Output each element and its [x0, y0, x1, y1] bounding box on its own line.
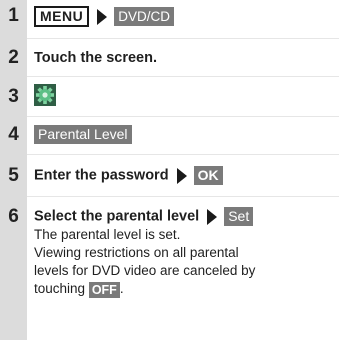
step-number-2: 2 — [8, 47, 19, 68]
step-5: Enter the password OK — [34, 166, 337, 185]
divider — [27, 116, 339, 117]
divider — [27, 154, 339, 155]
off-button[interactable]: OFF — [88, 281, 120, 298]
step-number-3: 3 — [8, 86, 19, 107]
divider — [27, 196, 339, 197]
arrow-right-icon — [207, 208, 218, 225]
step-6-note-line2: levels for DVD video are canceled by — [34, 263, 256, 279]
set-button[interactable]: Set — [224, 207, 254, 226]
step-6-result: The parental level is set. — [34, 227, 181, 243]
step-6-note-line3: touching OFF. — [34, 280, 337, 298]
step-3 — [34, 84, 337, 112]
step-number-4: 4 — [8, 124, 19, 145]
gear-settings-icon[interactable] — [34, 84, 56, 106]
divider — [27, 76, 339, 77]
step-6-text: Select the parental level — [34, 208, 200, 225]
step-6: Select the parental level Set The parenta… — [34, 207, 337, 298]
step-1: MENU DVD/CD — [34, 6, 337, 27]
step-5-text: Enter the password — [34, 167, 169, 184]
step-number-5: 5 — [8, 165, 19, 186]
step-6-instruction: Select the parental level Set — [34, 207, 337, 226]
menu-button[interactable]: MENU — [34, 6, 90, 27]
parental-level-button[interactable]: Parental Level — [34, 125, 132, 144]
step-number-1: 1 — [8, 5, 19, 26]
step-6-note-line1: Viewing restrictions on all parental — [34, 245, 239, 261]
arrow-right-icon — [97, 8, 108, 25]
step-2-text: Touch the screen. — [34, 50, 158, 66]
arrow-right-icon — [176, 167, 187, 184]
step-number-6: 6 — [8, 206, 19, 227]
step-6-note-touching: touching — [34, 281, 86, 297]
step-6-note-end: . — [119, 281, 124, 297]
step-4: Parental Level — [34, 125, 337, 144]
dvd-cd-button[interactable]: DVD/CD — [114, 7, 174, 26]
divider — [27, 38, 339, 39]
ok-button[interactable]: OK — [193, 166, 223, 185]
